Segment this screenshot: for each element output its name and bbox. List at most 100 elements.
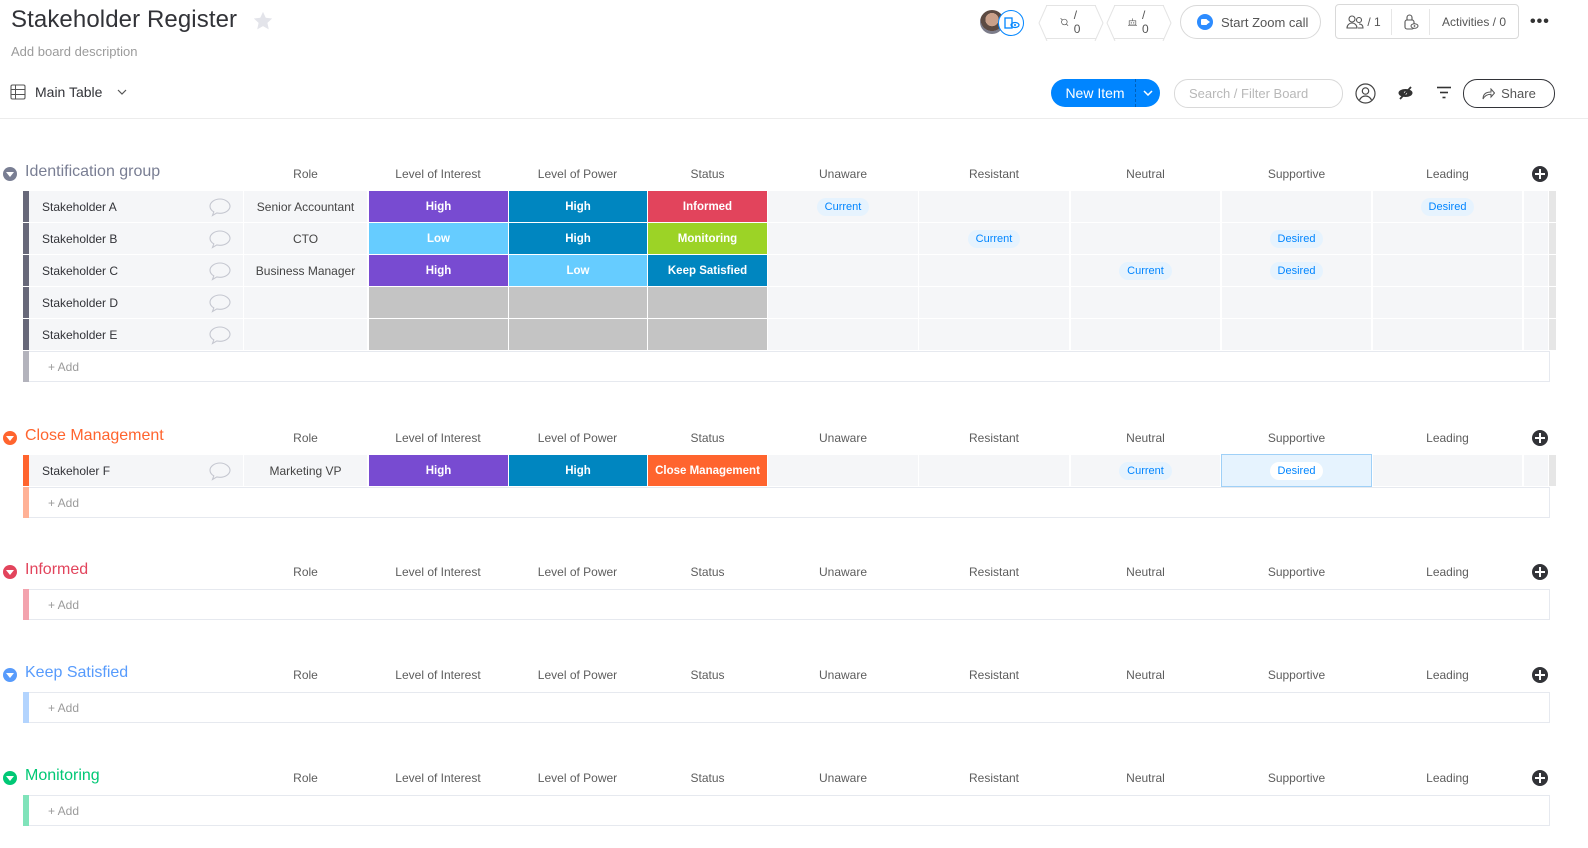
engagement-cell-neutral[interactable]: [1071, 223, 1220, 254]
new-item-dropdown[interactable]: [1135, 79, 1160, 107]
interest-cell[interactable]: [369, 287, 508, 318]
column-header-role[interactable]: Role: [244, 771, 367, 785]
engagement-cell-leading[interactable]: [1373, 223, 1522, 254]
column-header-level-of-interest[interactable]: Level of Interest: [369, 668, 507, 682]
engagement-cell-unaware[interactable]: Current: [768, 191, 918, 222]
role-cell[interactable]: CTO: [244, 223, 367, 254]
item-name-cell[interactable]: Stakeholder D: [29, 287, 243, 318]
group-title[interactable]: Informed: [25, 561, 88, 579]
engagement-cell-resistant[interactable]: [919, 455, 1069, 486]
role-cell[interactable]: Business Manager: [244, 255, 367, 286]
engagement-cell-neutral[interactable]: [1071, 287, 1220, 318]
power-cell[interactable]: [509, 287, 647, 318]
board-title[interactable]: Stakeholder Register: [11, 6, 237, 34]
column-header-level-of-power[interactable]: Level of Power: [509, 771, 646, 785]
engagement-cell-resistant[interactable]: [919, 287, 1069, 318]
collapse-group-icon[interactable]: [3, 565, 17, 579]
engagement-cell-unaware[interactable]: [768, 319, 918, 350]
column-header-level-of-power[interactable]: Level of Power: [509, 565, 646, 579]
add-item-row[interactable]: + Add: [0, 351, 1588, 383]
item-name-cell[interactable]: Stakeholder E: [29, 319, 243, 350]
group-title[interactable]: Monitoring: [25, 767, 100, 785]
item-name[interactable]: Stakeholder E: [42, 328, 117, 342]
add-item-input[interactable]: + Add: [29, 795, 1550, 826]
power-cell[interactable]: High: [509, 455, 647, 486]
column-header-level-of-power[interactable]: Level of Power: [509, 431, 646, 445]
column-header-supportive[interactable]: Supportive: [1222, 167, 1371, 181]
table-row[interactable]: Stakeholder D: [0, 287, 1588, 319]
status-cell[interactable]: Close Management: [648, 455, 767, 486]
filter-icon[interactable]: [1437, 86, 1451, 99]
group-title[interactable]: Keep Satisfied: [25, 664, 128, 682]
column-header-resistant[interactable]: Resistant: [919, 668, 1069, 682]
column-header-status[interactable]: Status: [648, 431, 767, 445]
column-header-level-of-interest[interactable]: Level of Interest: [369, 771, 507, 785]
engagement-cell-neutral[interactable]: Current: [1071, 455, 1220, 486]
engagement-pill-current[interactable]: Current: [1119, 261, 1172, 280]
add-column-icon[interactable]: [1532, 564, 1548, 580]
interest-cell[interactable]: Low: [369, 223, 508, 254]
table-row[interactable]: Stakeholder A Senior Accountant High High In…: [0, 191, 1588, 223]
column-header-role[interactable]: Role: [244, 668, 367, 682]
column-header-unaware[interactable]: Unaware: [768, 431, 918, 445]
item-name[interactable]: Stakeholer F: [42, 464, 110, 478]
item-name-cell[interactable]: Stakeholder C: [29, 255, 243, 286]
column-header-neutral[interactable]: Neutral: [1071, 565, 1220, 579]
item-name[interactable]: Stakeholder A: [42, 200, 117, 214]
role-cell[interactable]: [244, 287, 367, 318]
engagement-cell-resistant[interactable]: [919, 191, 1069, 222]
add-item-input[interactable]: + Add: [29, 589, 1550, 620]
engagement-cell-neutral[interactable]: [1071, 319, 1220, 350]
column-header-resistant[interactable]: Resistant: [919, 771, 1069, 785]
search-input[interactable]: [1174, 79, 1343, 108]
column-header-neutral[interactable]: Neutral: [1071, 167, 1220, 181]
share-button[interactable]: Share: [1463, 79, 1555, 108]
table-row[interactable]: Stakeholder E: [0, 319, 1588, 351]
engagement-cell-supportive[interactable]: Desired: [1221, 454, 1372, 487]
engagement-cell-neutral[interactable]: [1071, 191, 1220, 222]
person-filter-icon[interactable]: [1355, 83, 1376, 104]
start-zoom-call-button[interactable]: Start Zoom call: [1180, 5, 1321, 39]
comment-bubble-icon[interactable]: [208, 461, 232, 484]
view-selector[interactable]: Main Table: [10, 84, 127, 100]
engagement-pill-desired[interactable]: Desired: [1269, 261, 1324, 280]
column-header-role[interactable]: Role: [244, 167, 367, 181]
engagement-cell-leading[interactable]: [1373, 319, 1522, 350]
members-button[interactable]: / 1: [1336, 8, 1392, 35]
engagement-cell-supportive[interactable]: Desired: [1222, 255, 1371, 286]
add-item-row[interactable]: + Add: [0, 487, 1588, 519]
comment-bubble-icon[interactable]: [208, 197, 232, 220]
table-row[interactable]: Stakeholder B CTO Low High Monitoring Current…: [0, 223, 1588, 255]
collapse-group-icon[interactable]: [3, 668, 17, 682]
column-header-leading[interactable]: Leading: [1373, 565, 1522, 579]
hide-columns-icon[interactable]: [1397, 86, 1414, 100]
column-header-unaware[interactable]: Unaware: [768, 771, 918, 785]
board-description[interactable]: Add board description: [11, 44, 137, 59]
engagement-cell-unaware[interactable]: [768, 255, 918, 286]
updates-button[interactable]: / 0: [1038, 5, 1104, 41]
engagement-cell-supportive[interactable]: [1222, 191, 1371, 222]
integrations-button[interactable]: / 0: [1106, 5, 1172, 41]
engagement-pill-current[interactable]: Current: [816, 197, 870, 216]
engagement-pill-current[interactable]: Current: [967, 229, 1021, 248]
engagement-cell-unaware[interactable]: [768, 455, 918, 486]
power-cell[interactable]: High: [509, 191, 647, 222]
column-header-resistant[interactable]: Resistant: [919, 167, 1069, 181]
engagement-cell-supportive[interactable]: [1222, 319, 1371, 350]
engagement-cell-supportive[interactable]: [1222, 287, 1371, 318]
more-options-icon[interactable]: •••: [1530, 13, 1550, 31]
column-header-supportive[interactable]: Supportive: [1222, 668, 1371, 682]
item-name-cell[interactable]: Stakeholder A: [29, 191, 243, 222]
new-item-button[interactable]: New Item: [1051, 79, 1160, 107]
column-header-supportive[interactable]: Supportive: [1222, 565, 1371, 579]
column-header-level-of-power[interactable]: Level of Power: [509, 167, 646, 181]
column-header-status[interactable]: Status: [648, 771, 767, 785]
add-item-input[interactable]: + Add: [29, 351, 1550, 382]
comment-bubble-icon[interactable]: [208, 293, 232, 316]
star-icon[interactable]: [252, 10, 274, 32]
column-header-neutral[interactable]: Neutral: [1071, 431, 1220, 445]
power-cell[interactable]: High: [509, 223, 647, 254]
status-cell[interactable]: Monitoring: [648, 223, 767, 254]
column-header-resistant[interactable]: Resistant: [919, 431, 1069, 445]
role-cell[interactable]: Senior Accountant: [244, 191, 367, 222]
